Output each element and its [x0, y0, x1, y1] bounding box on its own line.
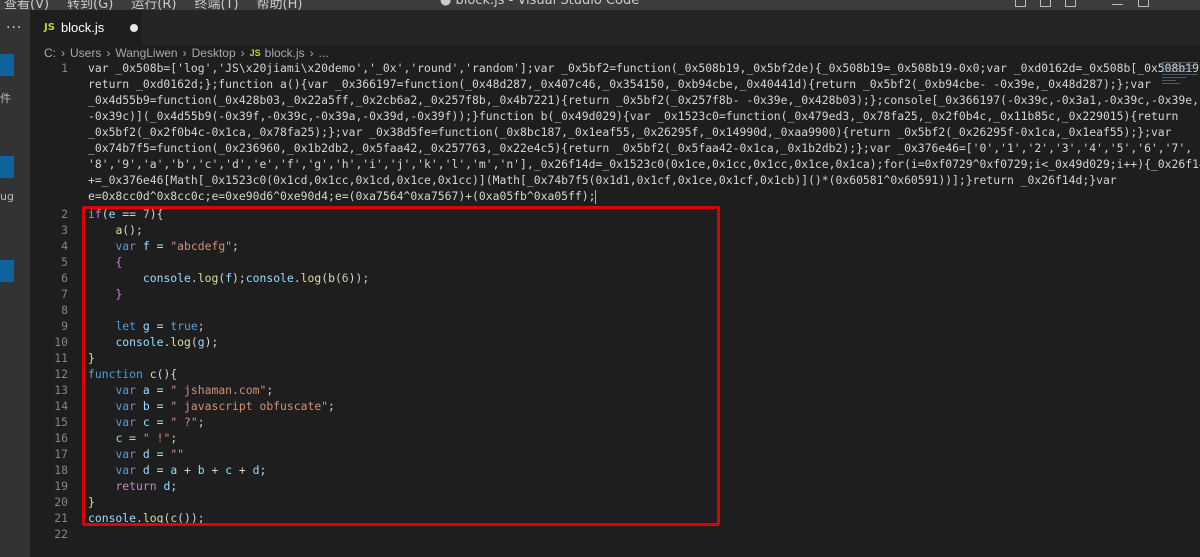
chevron-right-icon: › [309, 46, 314, 60]
minimap-line [1162, 68, 1198, 69]
title-bar: 查看(V) 转到(G) 运行(R) 终端(T) 帮助(H) ● block.js… [0, 0, 1200, 10]
tab-bar: JS block.js [30, 10, 1200, 45]
maximize-icon[interactable] [1138, 0, 1149, 7]
menu-view[interactable]: 查看(V) [4, 0, 49, 10]
javascript-file-icon: JS [249, 48, 261, 58]
menu-goto[interactable]: 转到(G) [67, 0, 113, 10]
breadcrumb-drive[interactable]: C: [44, 46, 56, 60]
menu-bar: 查看(V) 转到(G) 运行(R) 终端(T) 帮助(H) [4, 0, 302, 10]
line-number: 9 [61, 319, 68, 333]
minimap-line [1162, 83, 1180, 84]
line-number: 3 [61, 223, 68, 237]
line-number: 1 [61, 61, 68, 75]
chevron-right-icon: › [61, 46, 65, 60]
chevron-right-icon: › [106, 46, 111, 60]
breadcrumb-users[interactable]: Users [70, 46, 101, 60]
explorer-indicator[interactable] [0, 54, 14, 76]
layout-toggle-icon[interactable] [1015, 0, 1026, 7]
line-number: 8 [61, 303, 68, 317]
code-line-1-wrap: return _0xd0162d;};function a(){var _0x3… [88, 77, 1151, 91]
line-number: 11 [54, 351, 68, 365]
line-number: 22 [54, 527, 68, 541]
line-number: 5 [61, 255, 68, 269]
line-number: 20 [54, 495, 68, 509]
minimap[interactable] [1160, 60, 1200, 90]
minimap-line [1162, 77, 1186, 78]
code-line-1-wrap: _0x4d55b9=function(_0x428b03,_0x22a5ff,_… [88, 93, 1199, 107]
sidebar-toggle-icon[interactable] [1065, 0, 1076, 7]
line-number: 7 [61, 287, 68, 301]
search-indicator[interactable] [0, 156, 14, 178]
chevron-right-icon: › [182, 46, 187, 60]
breadcrumb-desktop[interactable]: Desktop [192, 46, 236, 60]
line-number: 2 [61, 207, 68, 221]
line-number: 15 [54, 415, 68, 429]
window-title: ● block.js - Visual Studio Code [440, 0, 640, 8]
line-number: 13 [54, 383, 68, 397]
highlight-annotation-box [82, 206, 720, 526]
line-number: 6 [61, 271, 68, 285]
menu-terminal[interactable]: 终端(T) [194, 0, 238, 10]
code-line-1-wrap: var _0x508b=['log','JS\x20jiami\x20demo'… [88, 61, 1200, 75]
line-number: 21 [54, 511, 68, 525]
close-window-icon[interactable] [1170, 0, 1181, 7]
minimap-line [1162, 62, 1198, 63]
breadcrumb-symbols[interactable]: ... [319, 46, 329, 60]
minimap-line [1162, 80, 1176, 81]
minimize-icon[interactable] [1112, 0, 1123, 5]
breadcrumb-user[interactable]: WangLiwen [115, 46, 177, 60]
line-number: 14 [54, 399, 68, 413]
menu-help[interactable]: 帮助(H) [257, 0, 303, 10]
line-number: 17 [54, 447, 68, 461]
chevron-right-icon: › [240, 46, 245, 60]
minimap-line [1162, 74, 1198, 75]
sidebar-fragment-text-debug: ug [0, 190, 14, 203]
sidebar-fragment-text: 件 [0, 92, 11, 105]
text-cursor [595, 189, 597, 204]
code-line-1-wrap: '8','9','a','b','c','d','e','f','g','h',… [88, 157, 1200, 171]
menu-run[interactable]: 运行(R) [131, 0, 176, 10]
tab-label: block.js [60, 20, 105, 35]
code-line-1-wrap: _0x5bf2(_0x2f0b4c-0x1ca,_0x78fa25);};var… [88, 125, 1172, 139]
line-number: 16 [54, 431, 68, 445]
minimap-line [1162, 65, 1196, 66]
activity-bar: ··· 件 ug [0, 10, 30, 557]
line-number: 18 [54, 463, 68, 477]
line-number: 4 [61, 239, 68, 253]
minimap-line [1162, 71, 1192, 72]
code-line-1-wrap: +=_0x376e46[Math[_0x1523c0(0x1cd,0x1cc,0… [88, 173, 1117, 187]
more-actions-icon[interactable]: ··· [6, 20, 22, 36]
unsaved-dot-icon[interactable] [130, 23, 139, 32]
extensions-indicator[interactable] [0, 260, 14, 282]
line-number: 12 [54, 367, 68, 381]
breadcrumb: C: › Users › WangLiwen › Desktop › JS bl… [44, 45, 329, 61]
code-line-1-wrap: -0x39c)](_0x4d55b9(-0x39f,-0x39c,-0x39a,… [88, 109, 1179, 123]
javascript-file-icon: JS [44, 22, 55, 33]
code-text: e=0x8cc0d^0x8cc0c;e=0xe90d6^0xe90d4;e=(0… [88, 189, 596, 203]
panel-toggle-icon[interactable] [1040, 0, 1051, 7]
line-number: 10 [54, 335, 68, 349]
code-line-1-wrap: e=0x8cc0d^0x8cc0c;e=0xe90d6^0xe90d4;e=(0… [88, 188, 597, 204]
tab-block-js[interactable]: JS block.js [30, 10, 142, 45]
breadcrumb-file[interactable]: block.js [265, 46, 305, 60]
code-line-1-wrap: _0x74b7f5=function(_0x236960,_0x1b2db2,_… [88, 141, 1193, 155]
line-number: 19 [54, 479, 68, 493]
